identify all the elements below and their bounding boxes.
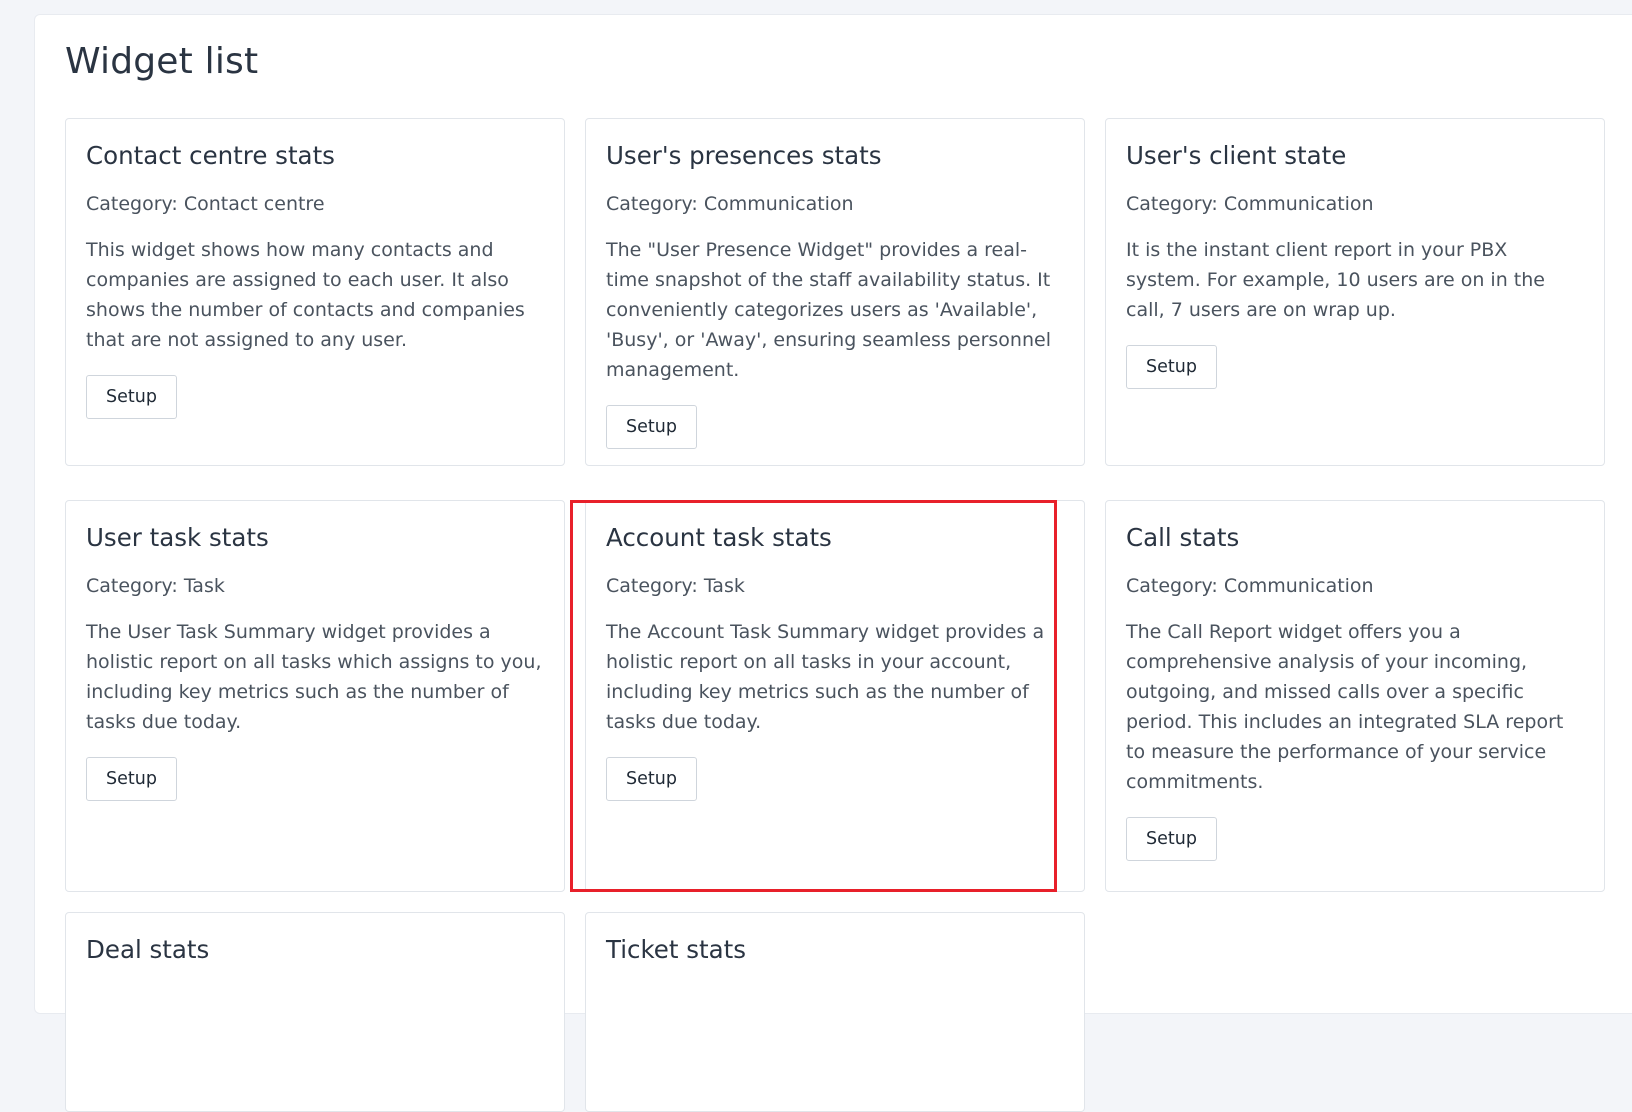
setup-button[interactable]: Setup <box>606 757 697 801</box>
widget-card-deal-stats: Deal stats <box>65 912 565 1112</box>
card-category: Category: Communication <box>1126 575 1374 597</box>
card-description: The Call Report widget offers you a comp… <box>1126 621 1564 793</box>
widget-card-call-stats: Call stats Category: Communication The C… <box>1105 500 1605 892</box>
card-category: Category: Contact centre <box>86 193 325 215</box>
card-description: This widget shows how many contacts and … <box>86 239 525 351</box>
card-title: Deal stats <box>86 935 210 964</box>
card-title: User task stats <box>86 523 269 552</box>
card-description: It is the instant client report in your … <box>1126 239 1545 321</box>
setup-button[interactable]: Setup <box>1126 345 1217 389</box>
setup-button[interactable]: Setup <box>86 375 177 419</box>
card-category: Category: Communication <box>606 193 854 215</box>
card-description: The Account Task Summary widget provides… <box>606 621 1045 733</box>
widget-card-contact-centre-stats: Contact centre stats Category: Contact c… <box>65 118 565 466</box>
card-title: User's client state <box>1126 141 1347 170</box>
card-description: The "User Presence Widget" provides a re… <box>606 239 1051 381</box>
card-title: Ticket stats <box>606 935 747 964</box>
card-category: Category: Communication <box>1126 193 1374 215</box>
card-title: Call stats <box>1126 523 1240 552</box>
widget-card-ticket-stats: Ticket stats <box>585 912 1085 1112</box>
widget-card-account-task-stats: Account task stats Category: Task The Ac… <box>585 500 1085 892</box>
setup-button[interactable]: Setup <box>606 405 697 449</box>
card-title: User's presences stats <box>606 141 882 170</box>
widget-card-users-presences-stats: User's presences stats Category: Communi… <box>585 118 1085 466</box>
card-category: Category: Task <box>606 575 745 597</box>
page-title: Widget list <box>65 41 259 82</box>
card-description: The User Task Summary widget provides a … <box>86 621 542 733</box>
card-title: Contact centre stats <box>86 141 335 170</box>
setup-button[interactable]: Setup <box>86 757 177 801</box>
widget-card-user-task-stats: User task stats Category: Task The User … <box>65 500 565 892</box>
card-title: Account task stats <box>606 523 832 552</box>
setup-button[interactable]: Setup <box>1126 817 1217 861</box>
widget-list-panel: Widget list Contact centre stats Categor… <box>34 14 1632 1112</box>
card-category: Category: Task <box>86 575 225 597</box>
widget-card-users-client-state: User's client state Category: Communicat… <box>1105 118 1605 466</box>
